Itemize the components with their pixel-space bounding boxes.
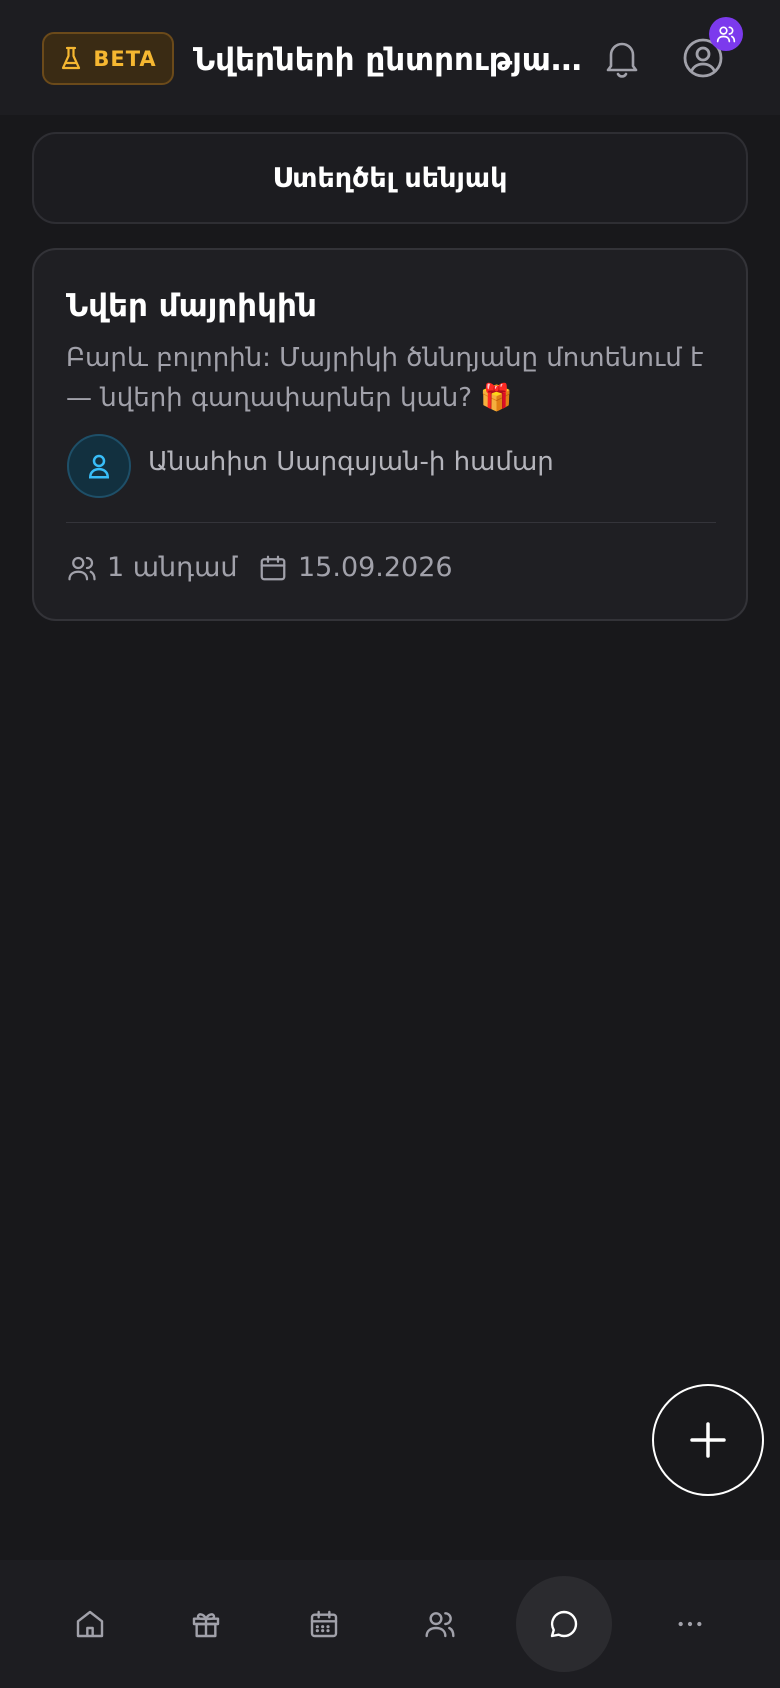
gift-icon [192,1613,220,1638]
users-icon [425,1612,455,1638]
members-label: 1 անդամ [107,552,238,583]
nav-home[interactable] [42,1576,138,1672]
bell-icon[interactable] [601,36,643,80]
add-button[interactable] [652,1384,764,1496]
nav-chat[interactable] [516,1576,612,1672]
nav-more[interactable] [642,1576,738,1672]
group-badge[interactable] [709,17,743,51]
user-icon [88,454,110,479]
page-title: Նվերների ընտրության սենյակներ [193,42,588,78]
recipient-name: Անահիտ Սարգսյան-ի համար [148,447,554,477]
room-title: Նվեր մայրիկին [66,288,317,324]
plus-icon [690,1422,726,1458]
calendar-icon [310,1610,338,1638]
nav-friends[interactable] [392,1576,488,1672]
more-icon [678,1621,702,1627]
room-date: 15.09.2026 [258,552,453,583]
create-room-button[interactable]: Ստեղծել սենյակ [32,132,748,224]
chat-icon [550,1610,578,1638]
flask-icon [62,46,81,69]
recipient-avatar [67,434,131,498]
calendar-icon [260,555,286,580]
users-icon [68,556,96,580]
nav-calendar[interactable] [276,1576,372,1672]
home-icon [76,1610,104,1638]
members-count: 1 անդամ [67,552,238,583]
room-card[interactable]: Նվեր մայրիկին Բարև բոլորին: Մայրիկի ծննդ… [32,248,748,621]
card-divider [66,522,716,523]
nav-gifts[interactable] [158,1576,254,1672]
room-description: Բարև բոլորին: Մայրիկի ծննդյանը մոտենում … [66,343,704,413]
beta-label: BETA [93,46,157,71]
users-icon [716,26,736,43]
date-label: 15.09.2026 [298,552,453,583]
beta-badge: BETA [42,32,174,85]
